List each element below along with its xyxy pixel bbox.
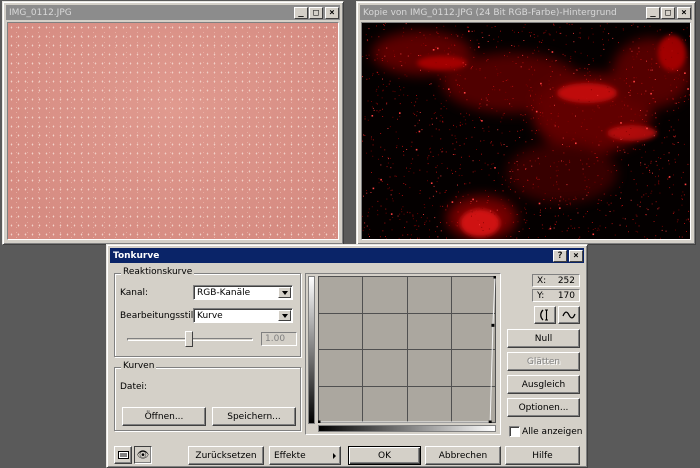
- freehand-tool-icon: [562, 311, 576, 319]
- options-button[interactable]: Optionen...: [507, 398, 580, 417]
- options-label: Optionen...: [518, 402, 569, 413]
- curve-tool-icon: [540, 309, 548, 321]
- dialog-titlebar[interactable]: Tonkurve ? ×: [110, 248, 584, 263]
- preview-window-button[interactable]: [114, 446, 132, 464]
- image-window-original: IMG_0112.JPG _ □ ×: [2, 1, 344, 245]
- minimize-button[interactable]: _: [294, 6, 308, 19]
- curve-control-point[interactable]: [488, 420, 492, 424]
- y-value: 170: [557, 290, 575, 301]
- image-window-copy: Kopie von IMG_0112.JPG (24 Bit RGB-Farbe…: [356, 1, 696, 245]
- ok-label: OK: [378, 450, 391, 461]
- balance-button[interactable]: Ausgleich: [507, 375, 580, 394]
- ok-button[interactable]: OK: [348, 446, 421, 465]
- kanal-select[interactable]: RGB-Kanäle: [193, 285, 293, 300]
- image-canvas[interactable]: [361, 22, 691, 240]
- maximize-button[interactable]: □: [661, 6, 675, 19]
- smooth-button[interactable]: Glätten: [507, 352, 580, 371]
- bearbeitungsstil-label: Bearbeitungsstil:: [120, 311, 197, 321]
- maximize-button[interactable]: □: [309, 6, 323, 19]
- close-button[interactable]: ×: [569, 249, 583, 262]
- reaktionskurve-group: Reaktionskurve Kanal: RGB-Kanäle Bearbei…: [114, 267, 301, 357]
- group-title: Kurven: [121, 361, 157, 371]
- y-label: Y:: [537, 290, 545, 301]
- curve-graph[interactable]: [318, 276, 496, 423]
- horizontal-gradient-bar: [318, 425, 496, 432]
- slider-thumb[interactable]: [185, 331, 193, 347]
- x-label: X:: [537, 275, 547, 286]
- curve-control-point[interactable]: [491, 323, 495, 327]
- save-button[interactable]: Speichern...: [212, 407, 296, 426]
- help-button[interactable]: ?: [553, 249, 567, 262]
- help-dialog-button[interactable]: Hilfe: [505, 446, 580, 465]
- effects-label: Effekte: [274, 450, 306, 461]
- show-all-checkbox[interactable]: [509, 426, 520, 437]
- monitor-icon: [117, 451, 129, 459]
- preview-eye-button[interactable]: 👁: [134, 446, 152, 464]
- x-coordinate: X: 252: [532, 274, 580, 287]
- tonkurve-dialog: Tonkurve ? × Reaktionskurve Kanal: RGB-K…: [106, 244, 588, 468]
- dialog-title: Tonkurve: [113, 250, 160, 261]
- save-label: Speichern...: [227, 411, 281, 422]
- close-button[interactable]: ×: [677, 6, 691, 19]
- group-title: Reaktionskurve: [121, 267, 195, 277]
- y-coordinate: Y: 170: [532, 289, 580, 302]
- open-label: Öffnen...: [144, 411, 184, 422]
- reset-label: Zurücksetzen: [195, 450, 257, 461]
- reset-button[interactable]: Zurücksetzen: [188, 446, 264, 465]
- show-all-label: Alle anzeigen: [522, 427, 583, 437]
- null-label: Null: [534, 333, 553, 344]
- slider-value-field[interactable]: 1.00: [261, 332, 297, 346]
- open-button[interactable]: Öffnen...: [122, 407, 206, 426]
- cancel-label: Abbrechen: [438, 450, 488, 461]
- window-titlebar[interactable]: Kopie von IMG_0112.JPG (24 Bit RGB-Farbe…: [360, 5, 692, 20]
- freehand-tool-button[interactable]: [558, 306, 580, 324]
- curve-control-point[interactable]: [493, 276, 497, 279]
- vertical-gradient-bar: [308, 276, 315, 424]
- bearbeitungsstil-select[interactable]: Kurve: [193, 308, 293, 323]
- cancel-button[interactable]: Abbrechen: [425, 446, 501, 465]
- chevron-down-icon[interactable]: [278, 287, 291, 298]
- kanal-label: Kanal:: [120, 288, 149, 298]
- window-title: Kopie von IMG_0112.JPG (24 Bit RGB-Farbe…: [363, 7, 617, 18]
- chevron-down-icon[interactable]: [278, 310, 291, 321]
- smooth-label: Glätten: [526, 356, 561, 367]
- window-titlebar[interactable]: IMG_0112.JPG _ □ ×: [6, 5, 340, 20]
- curve-control-point[interactable]: [318, 420, 321, 424]
- chevron-right-icon: [333, 452, 336, 459]
- curve-tool-button[interactable]: [534, 306, 556, 324]
- kanal-value: RGB-Kanäle: [197, 287, 251, 298]
- window-title: IMG_0112.JPG: [9, 7, 72, 18]
- effects-button[interactable]: Effekte: [269, 446, 341, 465]
- bearbeitungsstil-value: Kurve: [197, 310, 223, 321]
- help-label: Hilfe: [532, 450, 553, 461]
- nebula-image: [362, 23, 690, 239]
- minimize-button[interactable]: _: [646, 6, 660, 19]
- image-canvas[interactable]: [7, 22, 339, 240]
- eye-icon: 👁: [136, 449, 150, 461]
- balance-label: Ausgleich: [521, 379, 566, 390]
- datei-label: Datei:: [120, 382, 148, 392]
- kurven-group: Kurven Datei: Öffnen... Speichern...: [114, 361, 301, 431]
- null-button[interactable]: Null: [507, 329, 580, 348]
- close-button[interactable]: ×: [325, 6, 339, 19]
- x-value: 252: [557, 275, 575, 286]
